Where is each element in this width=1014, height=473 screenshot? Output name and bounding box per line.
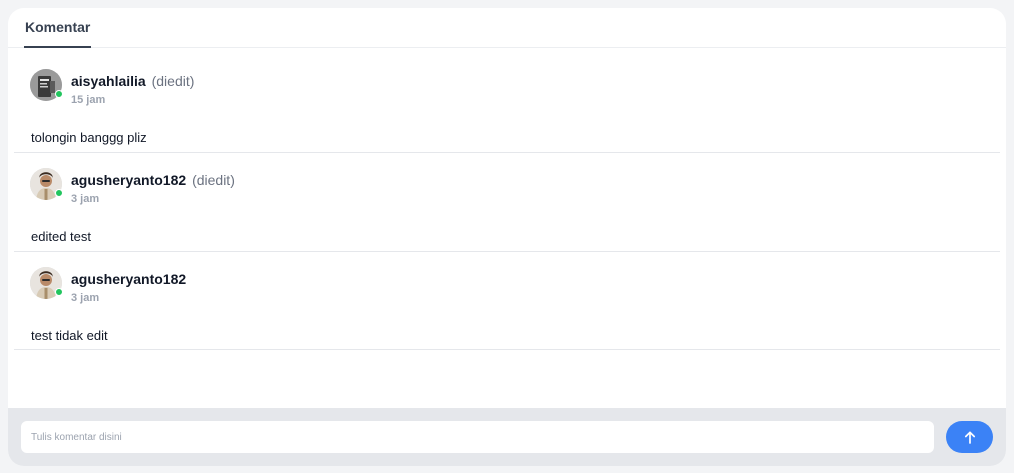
comment-username[interactable]: agusheryanto182 xyxy=(71,172,186,188)
comment-time: 3 jam xyxy=(71,292,100,304)
comments-panel: Komentar aisyahlailia (diedit) 15 jam to… xyxy=(8,8,1006,466)
send-button[interactable] xyxy=(946,421,993,453)
comment-item: agusheryanto182 (diedit) 3 jam edited te… xyxy=(14,153,1000,252)
comment-item: agusheryanto182 3 jam test tidak edit xyxy=(14,252,1000,350)
comment-username[interactable]: agusheryanto182 xyxy=(71,271,186,287)
arrow-up-icon xyxy=(964,430,975,444)
tab-bar: Komentar xyxy=(8,8,1006,48)
comment-item: aisyahlailia (diedit) 15 jam tolongin ba… xyxy=(14,54,1000,153)
avatar[interactable] xyxy=(30,69,63,101)
comment-text: test tidak edit xyxy=(31,328,108,343)
comment-time: 3 jam xyxy=(71,193,100,205)
avatar[interactable] xyxy=(30,267,63,299)
comment-time: 15 jam xyxy=(71,94,106,106)
comment-text: tolongin banggg pliz xyxy=(31,130,147,145)
comment-meta: aisyahlailia (diedit) 15 jam xyxy=(71,73,194,106)
online-status-dot xyxy=(55,288,63,296)
online-status-dot xyxy=(55,189,63,197)
comment-composer xyxy=(8,408,1006,466)
tab-komentar[interactable]: Komentar xyxy=(24,8,92,48)
comment-username[interactable]: aisyahlailia xyxy=(71,73,146,89)
edited-label: (diedit) xyxy=(151,73,195,89)
comment-text: edited test xyxy=(31,229,91,244)
comment-list: aisyahlailia (diedit) 15 jam tolongin ba… xyxy=(14,54,1000,350)
comment-meta: agusheryanto182 (diedit) 3 jam xyxy=(71,172,235,205)
comment-meta: agusheryanto182 3 jam xyxy=(71,271,188,304)
avatar[interactable] xyxy=(30,168,63,200)
comment-input[interactable] xyxy=(21,421,934,453)
edited-label: (diedit) xyxy=(192,172,235,188)
online-status-dot xyxy=(55,90,63,98)
